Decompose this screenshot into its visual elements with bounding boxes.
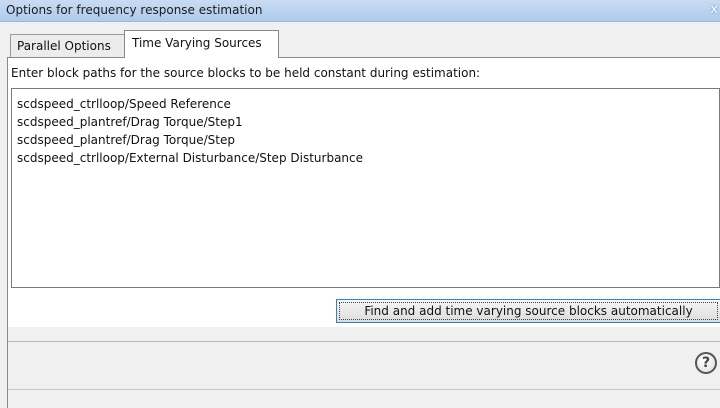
footer-divider-bottom <box>8 389 720 390</box>
time-varying-sources-panel: Enter block paths for the source blocks … <box>7 57 720 327</box>
block-paths-textarea[interactable]: scdspeed_ctrlloop/Speed Reference scdspe… <box>11 88 720 288</box>
tab-parallel-options[interactable]: Parallel Options <box>10 34 126 57</box>
window-title: Options for frequency response estimatio… <box>6 3 263 17</box>
tab-time-varying-sources[interactable]: Time Varying Sources <box>124 30 279 58</box>
title-bar[interactable]: Options for frequency response estimatio… <box>0 0 720 22</box>
find-add-sources-button[interactable]: Find and add time varying source blocks … <box>336 299 720 323</box>
block-path-line: scdspeed_plantref/Drag Torque/Step1 <box>17 115 243 129</box>
footer-divider <box>8 341 720 342</box>
instruction-label: Enter block paths for the source blocks … <box>11 66 481 80</box>
block-path-line: scdspeed_plantref/Drag Torque/Step <box>17 133 235 147</box>
block-path-line: scdspeed_ctrlloop/Speed Reference <box>17 97 231 111</box>
options-dialog: Options for frequency response estimatio… <box>0 0 720 408</box>
dialog-footer: ? <box>7 327 720 408</box>
block-path-line: scdspeed_ctrlloop/External Disturbance/S… <box>17 151 364 165</box>
close-icon[interactable]: x <box>710 2 718 17</box>
help-icon[interactable]: ? <box>695 352 717 374</box>
